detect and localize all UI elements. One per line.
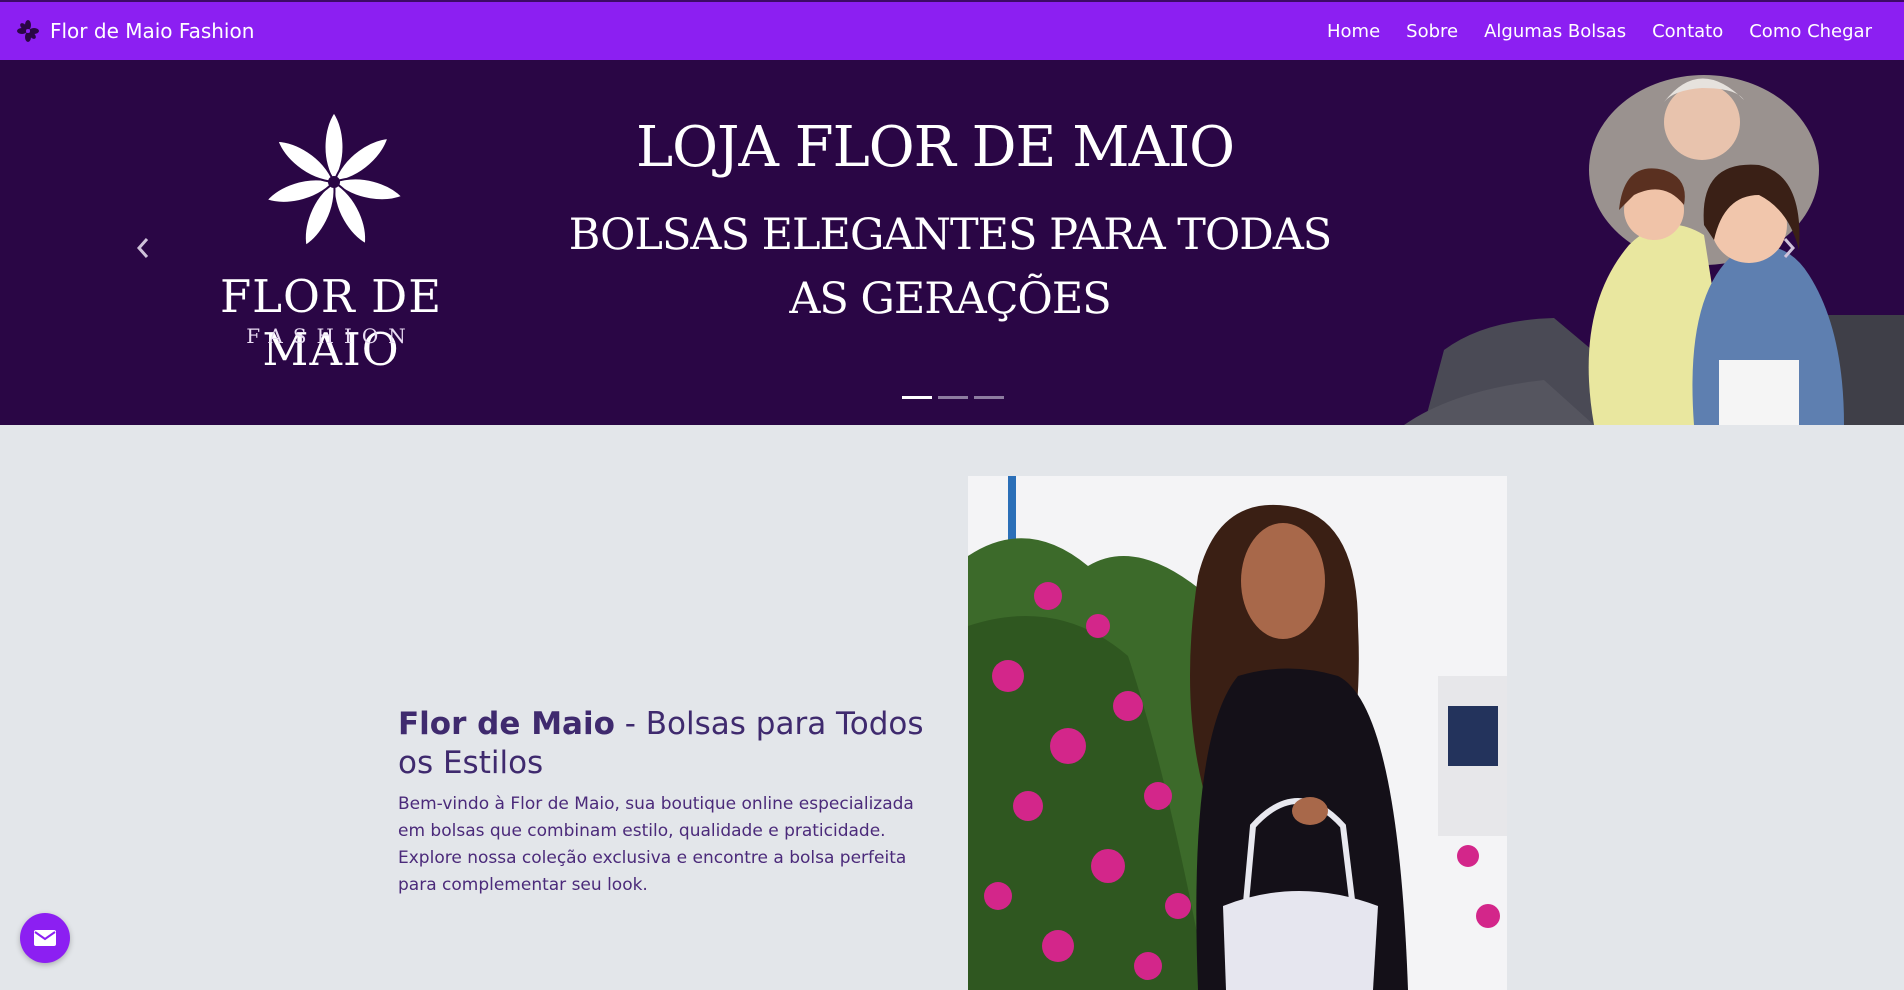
carousel-prev-button[interactable] — [128, 230, 158, 270]
banner-subtitle: BOLSAS ELEGANTES PARA TODAS AS GERAÇÕES — [568, 210, 1332, 324]
nav-link-algumas-bolsas[interactable]: Algumas Bolsas — [1484, 21, 1626, 42]
family-photo — [1404, 75, 1904, 425]
contact-fab-button[interactable] — [20, 913, 70, 963]
chevron-left-icon — [136, 238, 149, 258]
brand-link[interactable]: Flor de Maio Fashion — [16, 19, 254, 43]
navbar: Flor de Maio Fashion Home Sobre Algumas … — [0, 0, 1904, 60]
carousel-indicator-3[interactable] — [974, 396, 1004, 399]
logo-name: FLOR DE MAIO — [219, 270, 443, 376]
nav-links: Home Sobre Algumas Bolsas Contato Como C… — [1301, 2, 1872, 60]
nav-link-home[interactable]: Home — [1327, 21, 1380, 42]
intro-section: Flor de Maio - Bolsas para Todos os Esti… — [398, 705, 943, 899]
nav-link-contato[interactable]: Contato — [1652, 21, 1723, 42]
model-photo — [968, 476, 1507, 990]
flower-logo-icon — [264, 112, 404, 248]
flower-icon — [17, 20, 39, 42]
carousel-indicator-1[interactable] — [902, 396, 932, 399]
intro-text: Bem-vindo à Flor de Maio, sua boutique o… — [398, 794, 914, 895]
carousel-indicators — [902, 396, 1010, 399]
carousel-indicator-2[interactable] — [938, 396, 968, 399]
brand-logo: FLOR DE MAIO FASHION — [166, 112, 496, 376]
intro-title: Flor de Maio - Bolsas para Todos os Esti… — [398, 705, 943, 783]
nav-link-sobre[interactable]: Sobre — [1406, 21, 1458, 42]
logo-subtitle: FASHION — [246, 324, 416, 348]
brand-name: Flor de Maio Fashion — [50, 19, 255, 43]
carousel-next-button[interactable] — [1774, 230, 1804, 270]
hero-carousel: FLOR DE MAIO FASHION LOJA FLOR DE MAIO B… — [0, 60, 1904, 425]
intro-title-bold: Flor de Maio — [398, 706, 615, 742]
nav-link-como-chegar[interactable]: Como Chegar — [1749, 21, 1872, 42]
envelope-icon — [34, 930, 56, 946]
banner-title: LOJA FLOR DE MAIO — [635, 115, 1235, 180]
chevron-right-icon — [1783, 238, 1796, 258]
